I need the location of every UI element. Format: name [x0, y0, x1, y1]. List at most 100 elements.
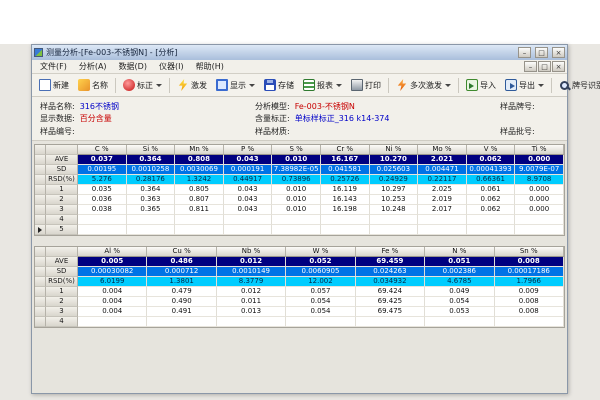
grid-cell[interactable]	[425, 317, 494, 327]
grid-cell[interactable]: 0.037	[78, 155, 127, 165]
grid-cell[interactable]: 0.049	[425, 287, 494, 297]
maximize-button[interactable]: □	[535, 47, 548, 58]
grid-cell[interactable]	[495, 317, 564, 327]
grid-cell[interactable]	[78, 225, 127, 235]
grid-cell[interactable]: 6.0199	[78, 277, 147, 287]
column-header[interactable]: C %	[78, 145, 127, 155]
grid-cell[interactable]: 0.73896	[272, 175, 321, 185]
grid-cell[interactable]: 0.054	[286, 307, 355, 317]
grid-cell[interactable]: 16.167	[321, 155, 370, 165]
grid-cell[interactable]	[418, 225, 467, 235]
row-label[interactable]: 4	[46, 215, 78, 225]
rename-button[interactable]: 名称	[74, 77, 112, 93]
grid-cell[interactable]: 0.000	[515, 195, 564, 205]
grid-cell[interactable]: 2.019	[418, 195, 467, 205]
grid-cell[interactable]: 10.297	[370, 185, 419, 195]
grid-cell[interactable]: 0.004471	[418, 165, 467, 175]
column-header[interactable]: P %	[224, 145, 273, 155]
excite-button[interactable]: 激发	[173, 77, 211, 93]
grid-cell[interactable]: 0.24929	[370, 175, 419, 185]
grid-cell[interactable]	[78, 215, 127, 225]
grid-cell[interactable]: 0.491	[147, 307, 216, 317]
grid-cell[interactable]: 0.486	[147, 257, 216, 267]
grid-cell[interactable]	[286, 317, 355, 327]
grid-cell[interactable]: 9.0079E-07	[515, 165, 564, 175]
import-button[interactable]: 导入	[462, 77, 500, 93]
grid-cell[interactable]: 0.365	[127, 205, 176, 215]
column-header[interactable]: N %	[425, 247, 494, 257]
grid-cell[interactable]: 0.807	[175, 195, 224, 205]
grid-cell[interactable]: 0.490	[147, 297, 216, 307]
grid-cell[interactable]	[175, 225, 224, 235]
grid-cell[interactable]: 0.062	[467, 195, 516, 205]
grid-cell[interactable]: 0.004	[78, 297, 147, 307]
grid-cell[interactable]: 0.0010258	[127, 165, 176, 175]
grid-cell[interactable]: 0.025603	[370, 165, 419, 175]
mdi-restore-button[interactable]: □	[538, 61, 551, 72]
grid-cell[interactable]: 16.198	[321, 205, 370, 215]
grid-cell[interactable]: 0.009	[495, 287, 564, 297]
grid-cell[interactable]: 0.000	[515, 155, 564, 165]
grid-cell[interactable]: 10.270	[370, 155, 419, 165]
grid-cell[interactable]: 0.44917	[224, 175, 273, 185]
grid-cell[interactable]	[217, 317, 286, 327]
grid-cell[interactable]	[272, 225, 321, 235]
menu-item-help[interactable]: 帮助(H)	[190, 61, 230, 72]
row-label[interactable]: 3	[46, 307, 78, 317]
grid-cell[interactable]: 0.010	[272, 195, 321, 205]
dropdown-arrow-icon[interactable]	[156, 84, 162, 87]
grid-cell[interactable]: 0.024263	[356, 267, 425, 277]
row-label[interactable]: 1	[46, 287, 78, 297]
grid-cell[interactable]: 0.00041393	[467, 165, 516, 175]
grid-cell[interactable]: 0.811	[175, 205, 224, 215]
grade-id-button[interactable]: 牌号识别	[555, 78, 600, 93]
grid-cell[interactable]: 0.00195	[78, 165, 127, 175]
row-label[interactable]: 1	[46, 185, 78, 195]
menu-item-file[interactable]: 文件(F)	[34, 61, 73, 72]
close-button[interactable]: ×	[552, 47, 565, 58]
standardize-button[interactable]: 标正	[119, 77, 166, 93]
grid-cell[interactable]	[418, 215, 467, 225]
grid-cell[interactable]: 0.052	[286, 257, 355, 267]
grid-cell[interactable]: 0.005	[78, 257, 147, 267]
grid-cell[interactable]: 69.424	[356, 287, 425, 297]
grid-cell[interactable]: 0.051	[425, 257, 494, 267]
grid-cell[interactable]: 7.38982E-05	[272, 165, 321, 175]
grid-cell[interactable]: 0.364	[127, 185, 176, 195]
grid-cell[interactable]: 2.025	[418, 185, 467, 195]
row-label[interactable]: SD	[46, 165, 78, 175]
grid-cell[interactable]: 0.053	[425, 307, 494, 317]
menu-item-analysis[interactable]: 分析(A)	[73, 61, 113, 72]
grid-cell[interactable]: 0.002386	[425, 267, 494, 277]
grid-cell[interactable]: 0.054	[425, 297, 494, 307]
column-header[interactable]: Fe %	[356, 247, 425, 257]
grid-cell[interactable]	[356, 317, 425, 327]
grid-cell[interactable]: 8.9708	[515, 175, 564, 185]
column-header[interactable]: W %	[286, 247, 355, 257]
grid-cell[interactable]: 0.364	[127, 155, 176, 165]
grid-cell[interactable]: 0.363	[127, 195, 176, 205]
grid-cell[interactable]	[175, 215, 224, 225]
grid-cell[interactable]: 69.425	[356, 297, 425, 307]
column-header[interactable]: Ni %	[370, 145, 419, 155]
row-label[interactable]: 5	[46, 225, 78, 235]
row-label[interactable]: AVE	[46, 257, 78, 267]
grid-cell[interactable]: 8.3779	[217, 277, 286, 287]
grid-cell[interactable]: 0.043	[224, 185, 273, 195]
grid-cell[interactable]: 0.043	[224, 205, 273, 215]
grid-cell[interactable]: 0.036	[78, 195, 127, 205]
grid-cell[interactable]: 0.062	[467, 155, 516, 165]
column-header[interactable]: Sn %	[495, 247, 564, 257]
column-header[interactable]: Nb %	[217, 247, 286, 257]
grid-cell[interactable]: 0.22117	[418, 175, 467, 185]
grid-cell[interactable]	[515, 225, 564, 235]
row-label[interactable]: SD	[46, 267, 78, 277]
row-label[interactable]: 4	[46, 317, 78, 327]
grid-cell[interactable]	[127, 225, 176, 235]
grid-cell[interactable]	[224, 215, 273, 225]
grid-cell[interactable]: 2.021	[418, 155, 467, 165]
column-header[interactable]: Ti %	[515, 145, 564, 155]
grid-cell[interactable]: 1.3242	[175, 175, 224, 185]
grid-cell[interactable]: 0.004	[78, 307, 147, 317]
grid-cell[interactable]: 0.479	[147, 287, 216, 297]
